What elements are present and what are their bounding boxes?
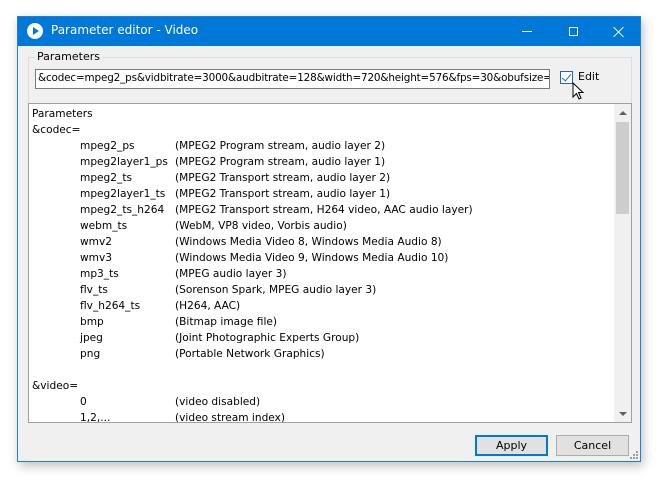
scroll-down-button[interactable] [614,405,631,422]
list-item: wmv3 (Windows Media Video 9, Windows Medi… [32,250,612,266]
list-item: png (Portable Network Graphics) [32,346,612,362]
option-name: 0 [80,396,87,408]
cancel-button[interactable]: Cancel [556,435,629,456]
option-name: wmv2 [80,236,112,248]
minimize-button[interactable] [504,17,550,46]
list-item: flv_ts (Sorenson Spark, MPEG audio layer … [32,282,612,298]
option-description: (Joint Photographic Experts Group) [175,332,360,344]
option-name: mp3_ts [80,268,119,280]
option-name: mpeg2_ts_h264 [80,204,165,216]
list-item: mp3_ts (MPEG audio layer 3) [32,266,612,282]
close-icon [613,26,625,38]
chevron-up-icon [618,110,627,115]
list-item: wmv2 (Windows Media Video 8, Windows Medi… [32,234,612,250]
apply-button[interactable]: Apply [475,435,548,456]
list-item: mpeg2_ps (MPEG2 Program stream, audio lay… [32,138,612,154]
option-name: jpeg [80,332,103,344]
list-item: mpeg2layer1_ts (MPEG2 Transport stream, a… [32,186,612,202]
option-name: wmv3 [80,252,112,264]
parameter-editor-window: Parameter editor - Video Parameters &cod… [17,16,641,462]
option-name: mpeg2_ps [80,140,135,152]
mouse-pointer-icon [572,82,584,100]
option-description: (video disabled) [175,396,261,408]
option-description: (MPEG2 Program stream, audio layer 1) [175,156,386,168]
option-name: webm_ts [80,220,128,232]
option-name: mpeg2_ts [80,172,132,184]
title-bar[interactable]: Parameter editor - Video [18,17,640,46]
option-name: 1,2,... [80,412,111,423]
list-item: 0 (video disabled) [32,394,612,410]
codec-header: &codec= [32,124,81,136]
option-name: flv_h264_ts [80,300,141,312]
option-description: (Sorenson Spark, MPEG audio layer 3) [175,284,377,296]
scroll-up-button[interactable] [614,104,631,121]
maximize-icon [568,27,578,36]
window-title: Parameter editor - Video [51,23,199,37]
list-item: mpeg2layer1_ps (MPEG2 Program stream, aud… [32,154,612,170]
parameters-input[interactable]: &codec=mpeg2_ps&vidbitrate=3000&audbitra… [35,69,550,89]
parameters-group-label: Parameters [35,50,102,63]
option-description: (H264, AAC) [175,300,241,312]
option-description: (video stream index) [175,412,286,423]
option-description: (MPEG2 Transport stream, H264 video, AAC… [175,204,473,216]
list-item: mpeg2_ts (MPEG2 Transport stream, audio l… [32,170,612,186]
option-name: flv_ts [80,284,108,296]
option-description: (Windows Media Video 9, Windows Media Au… [175,252,449,264]
close-button[interactable] [596,17,642,46]
option-description: (MPEG audio layer 3) [175,268,287,280]
scrollbar-thumb[interactable] [616,122,629,214]
vertical-scrollbar[interactable] [614,104,631,422]
maximize-button[interactable] [550,17,596,46]
list-item: jpeg (Joint Photographic Experts Group) [32,330,612,346]
list-item: bmp (Bitmap image file) [32,314,612,330]
option-name: mpeg2layer1_ts [80,188,166,200]
option-description: (Bitmap image file) [175,316,278,328]
option-description: (MPEG2 Program stream, audio layer 2) [175,140,386,152]
chevron-down-icon [618,411,627,416]
parameters-help-text[interactable]: Parameters &codec= mpeg2_ps (MPEG2 Progra… [28,103,632,423]
help-heading: Parameters [32,108,93,120]
option-description: (Portable Network Graphics) [175,348,325,360]
list-item: mpeg2_ts_h264 (MPEG2 Transport stream, H2… [32,202,612,218]
resize-grip-icon[interactable] [629,450,639,460]
minimize-icon [522,31,532,32]
app-play-icon [27,23,43,39]
option-name: mpeg2layer1_ps [80,156,168,168]
option-description: (MPEG2 Transport stream, audio layer 2) [175,172,391,184]
help-text-content: Parameters &codec= mpeg2_ps (MPEG2 Progra… [32,106,612,423]
list-item: 1,2,... (video stream index) [32,410,612,423]
option-description: (WebM, VP8 video, Vorbis audio) [175,220,347,232]
option-description: (Windows Media Video 8, Windows Media Au… [175,236,442,248]
video-header: &video= [32,380,79,392]
option-description: (MPEG2 Transport stream, audio layer 1) [175,188,391,200]
list-item: webm_ts (WebM, VP8 video, Vorbis audio) [32,218,612,234]
list-item: flv_h264_ts (H264, AAC) [32,298,612,314]
option-name: png [80,348,101,360]
option-name: bmp [80,316,104,328]
